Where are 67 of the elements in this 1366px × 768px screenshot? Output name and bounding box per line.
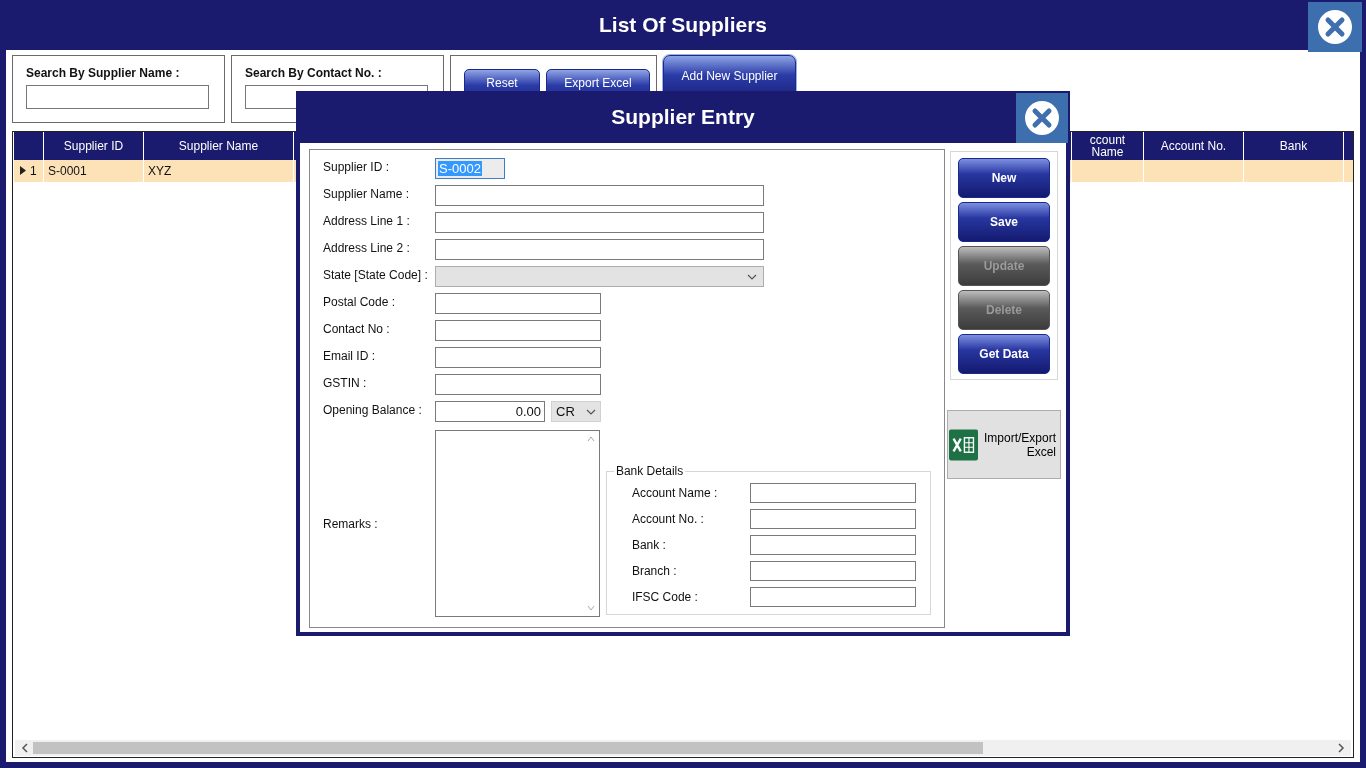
- search-label: Search By Supplier Name :: [26, 66, 181, 80]
- text-field[interactable]: [435, 347, 601, 368]
- text-field[interactable]: [435, 239, 764, 260]
- chevron-down-icon: [747, 273, 757, 280]
- dropdown-value: CR: [556, 404, 575, 419]
- text-field[interactable]: [435, 374, 601, 395]
- scroll-up-icon: [587, 436, 596, 442]
- chevron-down-icon: [586, 408, 596, 415]
- column-header: ccount Name: [1089, 133, 1126, 159]
- action-button[interactable]: New: [958, 158, 1050, 198]
- balance-field[interactable]: 0.00: [435, 401, 545, 422]
- table-cell: XYZ: [148, 164, 172, 178]
- field-value: 0.00: [515, 404, 541, 419]
- text-field[interactable]: [750, 483, 916, 503]
- spreadsheet-icon: [949, 427, 978, 462]
- column-header: Supplier Name: [178, 139, 259, 153]
- column-header: Account No.: [1160, 139, 1227, 153]
- dialog-title: Supplier Entry: [611, 105, 755, 129]
- close-icon: [1024, 100, 1060, 136]
- close-button[interactable]: [1016, 93, 1068, 143]
- field-label: Email ID :: [323, 348, 376, 363]
- balance-type-dropdown[interactable]: CR: [551, 401, 601, 422]
- field-label: GSTIN :: [323, 375, 368, 390]
- text-field[interactable]: [435, 212, 764, 233]
- scroll-down-icon: [587, 605, 596, 611]
- scrollbar-thumb[interactable]: [33, 742, 983, 754]
- action-button[interactable]: Save: [958, 202, 1050, 242]
- import-export-button[interactable]: Import/Export Excel: [947, 410, 1061, 479]
- remarks-field[interactable]: [435, 430, 600, 617]
- text-field[interactable]: [435, 185, 764, 206]
- field-value: S-0002: [438, 161, 482, 176]
- text-field[interactable]: [750, 587, 916, 607]
- field-label: IFSC Code :: [631, 590, 698, 604]
- action-button[interactable]: Get Data: [958, 334, 1050, 374]
- text-field[interactable]: [435, 320, 601, 341]
- field-label: State [State Code] :: [323, 267, 429, 282]
- row-number: 1: [30, 164, 37, 178]
- text-field[interactable]: [750, 509, 916, 529]
- close-icon: [1317, 9, 1353, 45]
- close-button[interactable]: [1308, 2, 1362, 52]
- text-field[interactable]: [750, 561, 916, 581]
- field-label: Account Name :: [631, 486, 718, 500]
- scroll-right-icon: [1337, 743, 1345, 753]
- field-label: Branch :: [631, 564, 677, 578]
- field-label: Opening Balance :: [323, 402, 423, 417]
- field-label: Bank :: [631, 538, 666, 552]
- scroll-left-icon: [21, 743, 29, 753]
- button-label: Import/Export Excel: [984, 430, 1056, 459]
- field-label: Account No. :: [631, 512, 704, 526]
- field-label: Address Line 2 :: [323, 240, 411, 255]
- text-field[interactable]: [435, 293, 601, 314]
- window-title: List Of Suppliers: [599, 13, 767, 37]
- column-header: Supplier ID: [63, 139, 124, 153]
- horizontal-scrollbar[interactable]: [15, 740, 1351, 756]
- field-label: Supplier Name :: [323, 186, 411, 201]
- field-label: Remarks :: [323, 516, 379, 531]
- table-cell: S-0001: [48, 164, 87, 178]
- row-pointer-icon: [20, 166, 26, 175]
- group-title: Bank Details: [613, 464, 686, 478]
- field-label: Contact No :: [323, 321, 391, 336]
- search-field[interactable]: [26, 85, 209, 109]
- text-field[interactable]: [750, 535, 916, 555]
- search-label: Search By Contact No. :: [245, 66, 383, 80]
- field-label: Postal Code :: [323, 294, 397, 309]
- field-label: Supplier ID :: [323, 159, 391, 174]
- field-label: Address Line 1 :: [323, 213, 411, 228]
- column-header: Bank: [1279, 139, 1308, 153]
